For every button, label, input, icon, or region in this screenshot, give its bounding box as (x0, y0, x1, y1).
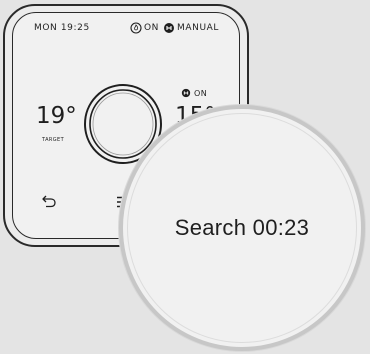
day-time-label: MON 19:25 (34, 23, 90, 33)
flame-icon (130, 22, 142, 34)
back-arrow-icon[interactable] (41, 193, 57, 209)
hot-water-icon (164, 23, 175, 33)
target-temperature: 19° (36, 103, 77, 129)
heating-on-label: ON (144, 23, 160, 33)
hot-water-status: ON (181, 87, 207, 99)
hot-water-icon (181, 88, 191, 98)
mode-label: MANUAL (177, 23, 220, 33)
target-label: TARGET (42, 137, 65, 143)
search-timer-label: Search 00:23 (174, 215, 310, 240)
hot-water-on-label: ON (194, 88, 208, 98)
heating-status-bar: ON MANUAL (130, 21, 219, 35)
search-magnifier: Search 00:23 (119, 105, 365, 351)
